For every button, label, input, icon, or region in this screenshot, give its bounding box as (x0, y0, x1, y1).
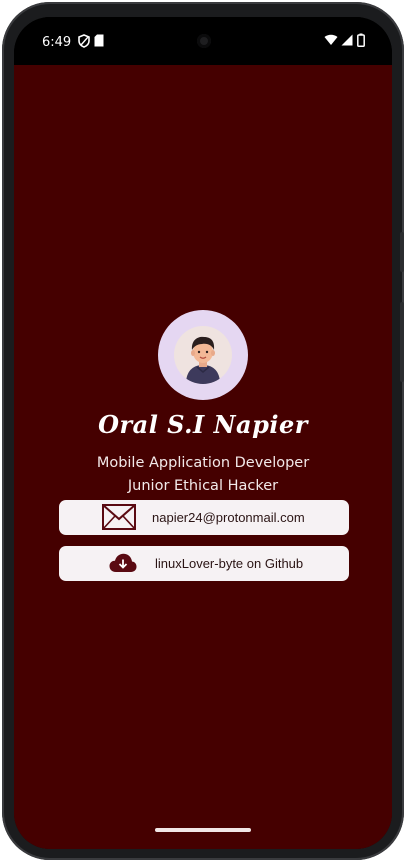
navigation-bar (14, 813, 392, 849)
email-card[interactable]: napier24@protonmail.com (59, 500, 349, 535)
job-subtitle: Junior Ethical Hacker (127, 478, 279, 494)
cloud-download-icon (109, 553, 137, 572)
email-text: napier24@protonmail.com (152, 510, 305, 525)
home-gesture-handle[interactable] (155, 828, 251, 832)
app-content: Oral S.I Napier Mobile Application Devel… (14, 65, 392, 849)
phone-device: 6:49 Oral S.I Napier Mobile Application … (2, 2, 404, 860)
wifi-icon (324, 34, 338, 45)
status-bar: 6:49 (14, 17, 392, 65)
status-time: 6:49 (42, 35, 72, 50)
vpn-shield-icon (78, 34, 90, 48)
front-camera (197, 34, 211, 48)
mail-icon (102, 504, 136, 530)
screenshot-frame: 6:49 Oral S.I Napier Mobile Application … (0, 0, 408, 864)
sim-card-icon (94, 34, 104, 47)
battery-icon (357, 33, 365, 47)
job-title: Mobile Application Developer (96, 455, 310, 471)
signal-icon (341, 34, 353, 46)
github-text: linuxLover-byte on Github (155, 556, 304, 571)
phone-screen: 6:49 Oral S.I Napier Mobile Application … (14, 17, 392, 849)
volume-button (400, 232, 404, 272)
avatar-icon (174, 326, 232, 384)
power-button (400, 302, 404, 382)
profile-name: Oral S.I Napier (98, 410, 308, 439)
github-card[interactable]: linuxLover-byte on Github (59, 546, 349, 581)
avatar (158, 310, 248, 400)
